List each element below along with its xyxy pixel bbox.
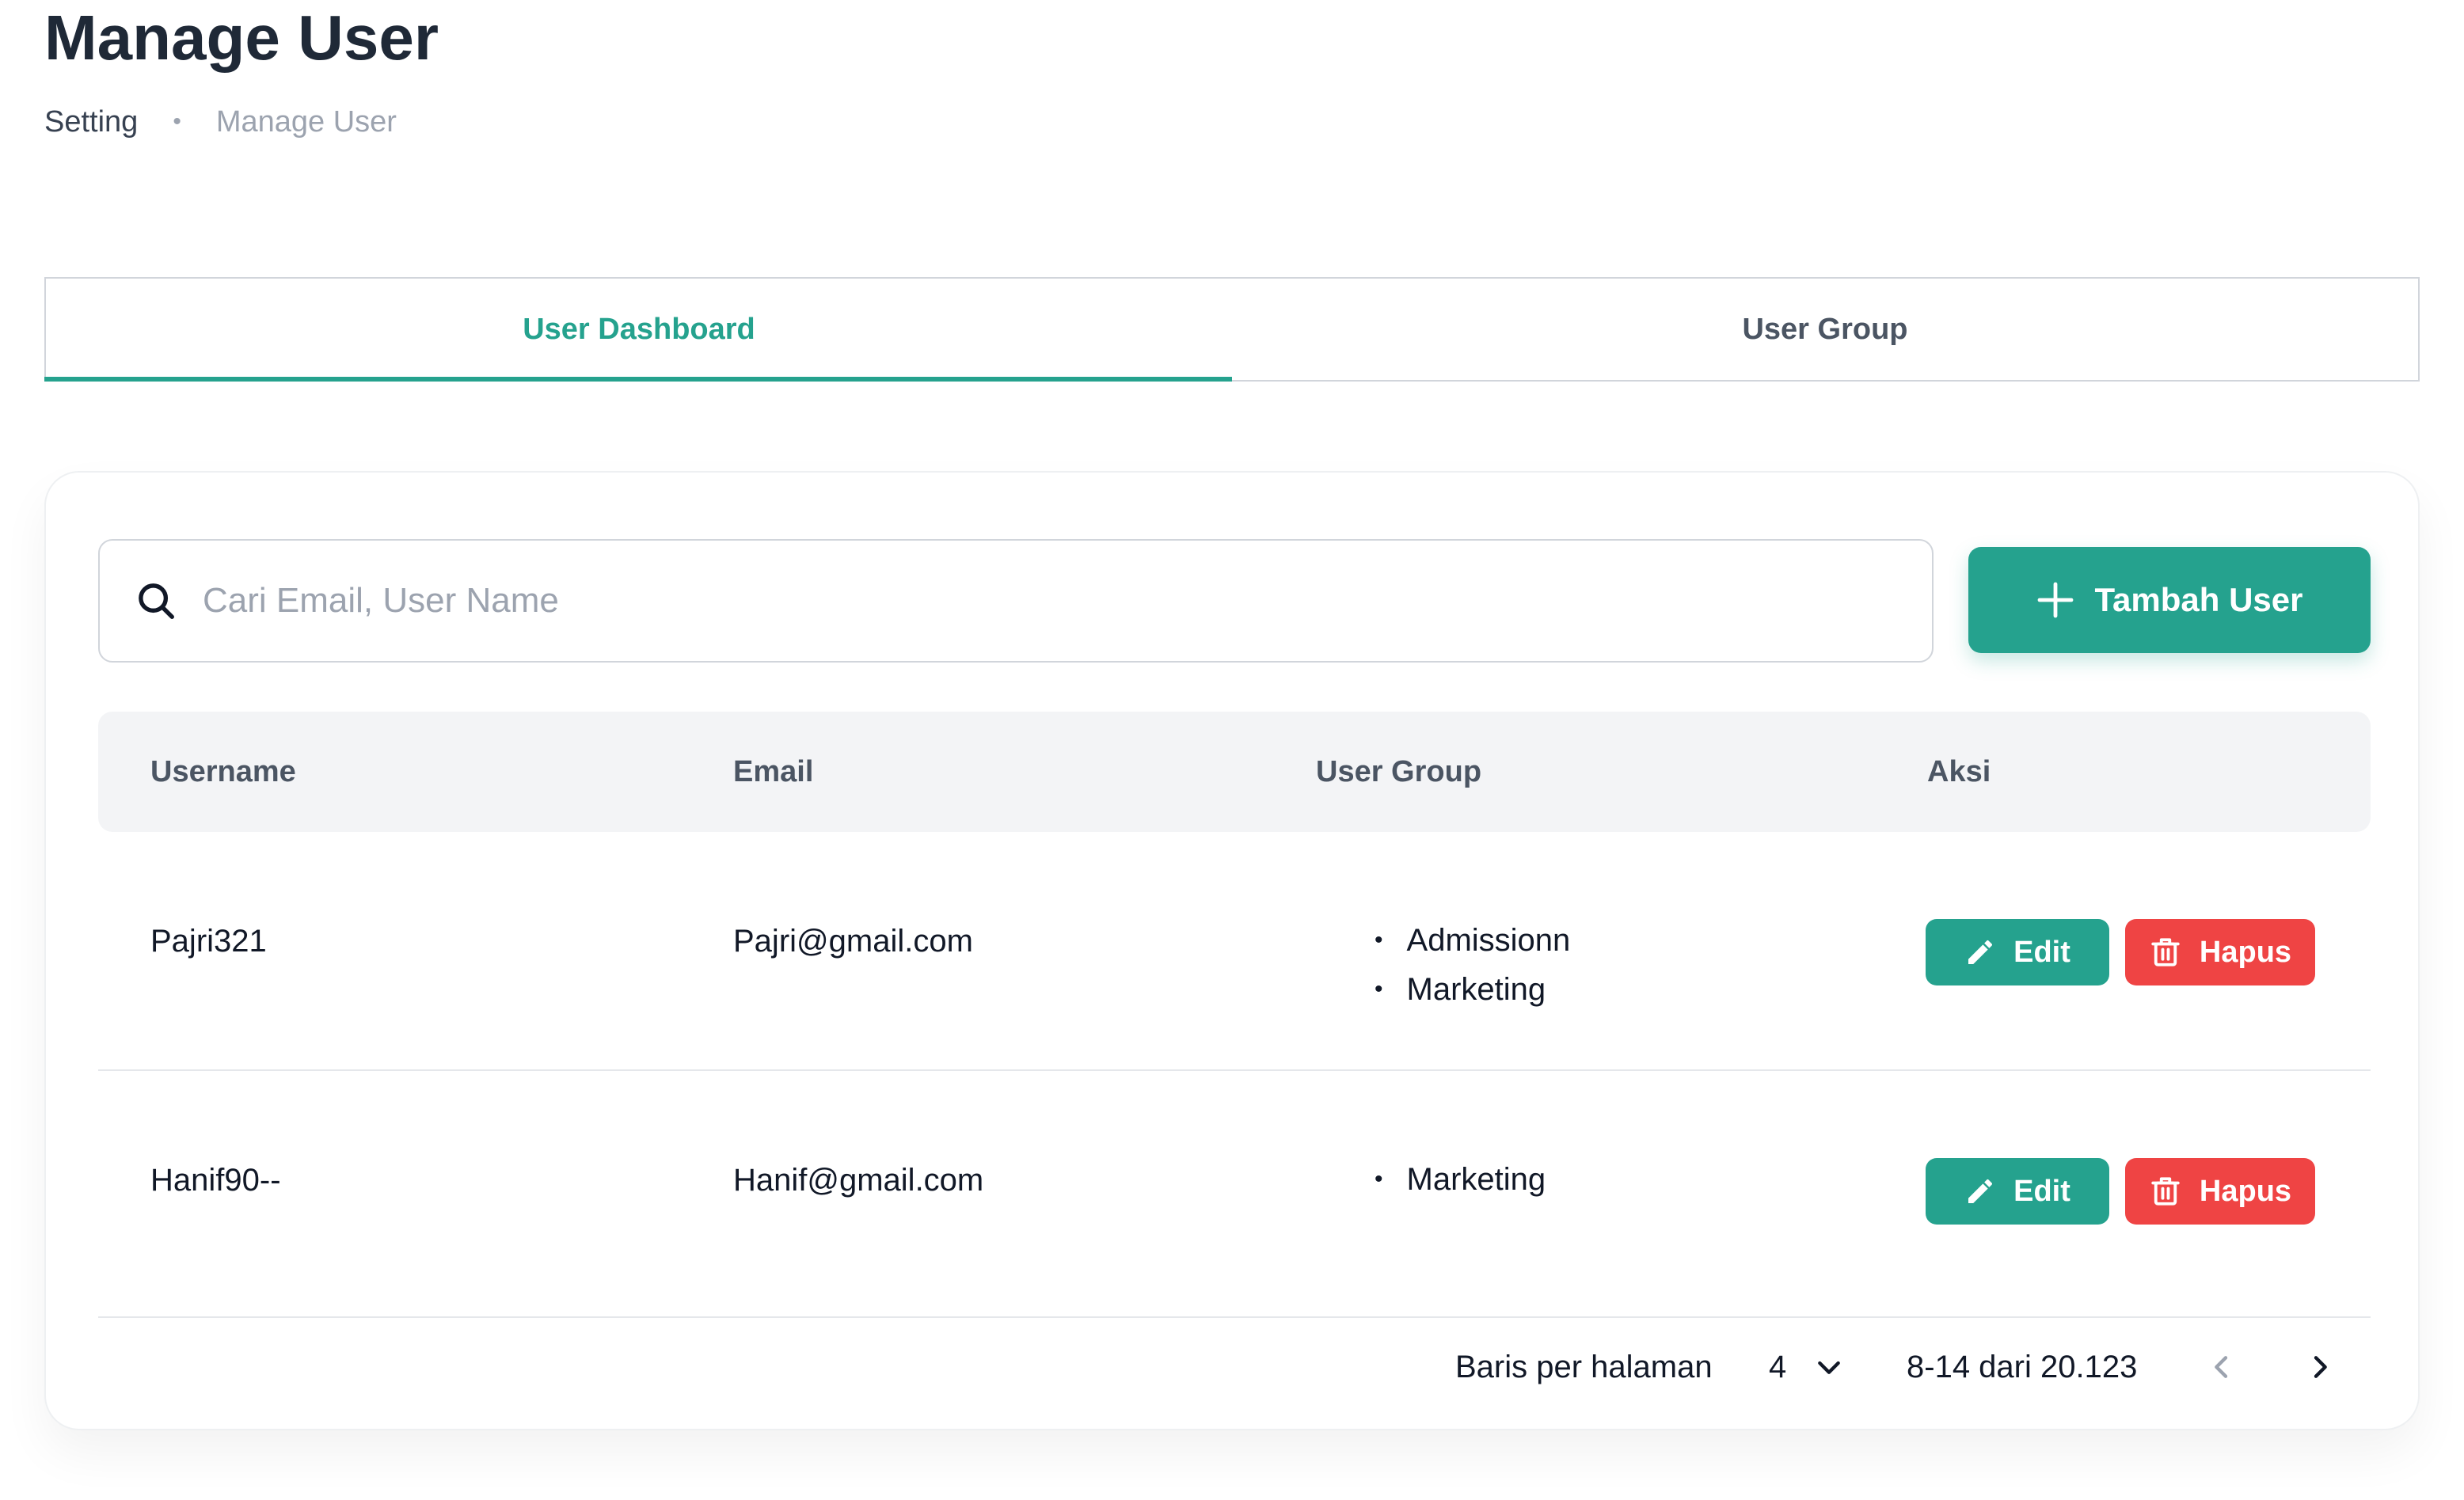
cell-email: Pajri@gmail.com — [733, 924, 973, 959]
delete-label: Hapus — [2199, 1174, 2292, 1208]
user-group-tag: Marketing — [1375, 965, 1570, 1014]
delete-button[interactable]: Hapus — [2125, 919, 2315, 985]
cell-username: Hanif90-- — [150, 1163, 281, 1198]
delete-label: Hapus — [2199, 935, 2292, 969]
tab-user-group[interactable]: User Group — [1232, 279, 2418, 380]
edit-label: Edit — [2013, 935, 2070, 969]
table-header: Username Email User Group Aksi — [98, 712, 2371, 832]
plus-icon — [2037, 582, 2073, 618]
tab-user-dashboard[interactable]: User Dashboard — [44, 279, 1232, 382]
breadcrumb: Setting • Manage User — [44, 100, 397, 144]
next-page-button[interactable] — [2304, 1335, 2336, 1404]
rows-per-page-value: 4 — [1769, 1350, 1787, 1384]
edit-button[interactable]: Edit — [1926, 919, 2109, 985]
chevron-down-icon — [1818, 1361, 1840, 1374]
search-box[interactable] — [98, 539, 1934, 663]
trash-icon — [2151, 1177, 2180, 1206]
breadcrumb-item-current: Manage User — [215, 105, 397, 139]
breadcrumb-item-setting[interactable]: Setting — [44, 100, 138, 144]
edit-button[interactable]: Edit — [1926, 1158, 2109, 1225]
user-group-tag: Admissionn — [1375, 916, 1571, 965]
delete-button[interactable]: Hapus — [2125, 1158, 2315, 1225]
pencil-icon — [1968, 940, 1993, 964]
search-input[interactable] — [201, 580, 1867, 621]
edit-label: Edit — [2013, 1174, 2070, 1208]
tab-bar: User Dashboard User Group — [44, 277, 2420, 382]
column-header-email: Email — [733, 755, 814, 788]
rows-per-page-select[interactable]: 4 — [1769, 1335, 1840, 1399]
user-table-card: Tambah User Username Email User Group Ak… — [44, 471, 2420, 1430]
column-header-aksi: Aksi — [1927, 755, 1991, 788]
table-row: Pajri321 Pajri@gmail.com Admissionn Mark… — [98, 832, 2371, 1071]
cell-user-groups: Marketing — [1375, 1155, 1546, 1204]
chevron-left-icon — [2215, 1356, 2228, 1378]
add-user-label: Tambah User — [2094, 581, 2303, 618]
pagination: Baris per halaman 4 8-14 dari 20.123 — [46, 1335, 2421, 1399]
prev-page-button[interactable] — [2206, 1335, 2238, 1404]
rows-per-page-label: Baris per halaman — [1455, 1350, 1713, 1384]
breadcrumb-separator: • — [173, 108, 181, 135]
column-header-user-group: User Group — [1316, 755, 1482, 788]
search-icon — [139, 583, 174, 619]
add-user-button[interactable]: Tambah User — [1968, 547, 2371, 653]
user-group-tag: Marketing — [1375, 1155, 1546, 1204]
page-title: Manage User — [44, 2, 439, 73]
cell-username: Pajri321 — [150, 924, 267, 959]
chevron-right-icon — [2314, 1356, 2327, 1378]
cell-user-groups: Admissionn Marketing — [1375, 916, 1571, 1014]
table-row: Hanif90-- Hanif@gmail.com Marketing Edit… — [98, 1071, 2371, 1318]
trash-icon — [2151, 938, 2180, 966]
cell-email: Hanif@gmail.com — [733, 1163, 984, 1198]
pencil-icon — [1968, 1179, 1993, 1203]
column-header-username: Username — [150, 755, 296, 788]
page-range: 8-14 dari 20.123 — [1907, 1350, 2138, 1384]
